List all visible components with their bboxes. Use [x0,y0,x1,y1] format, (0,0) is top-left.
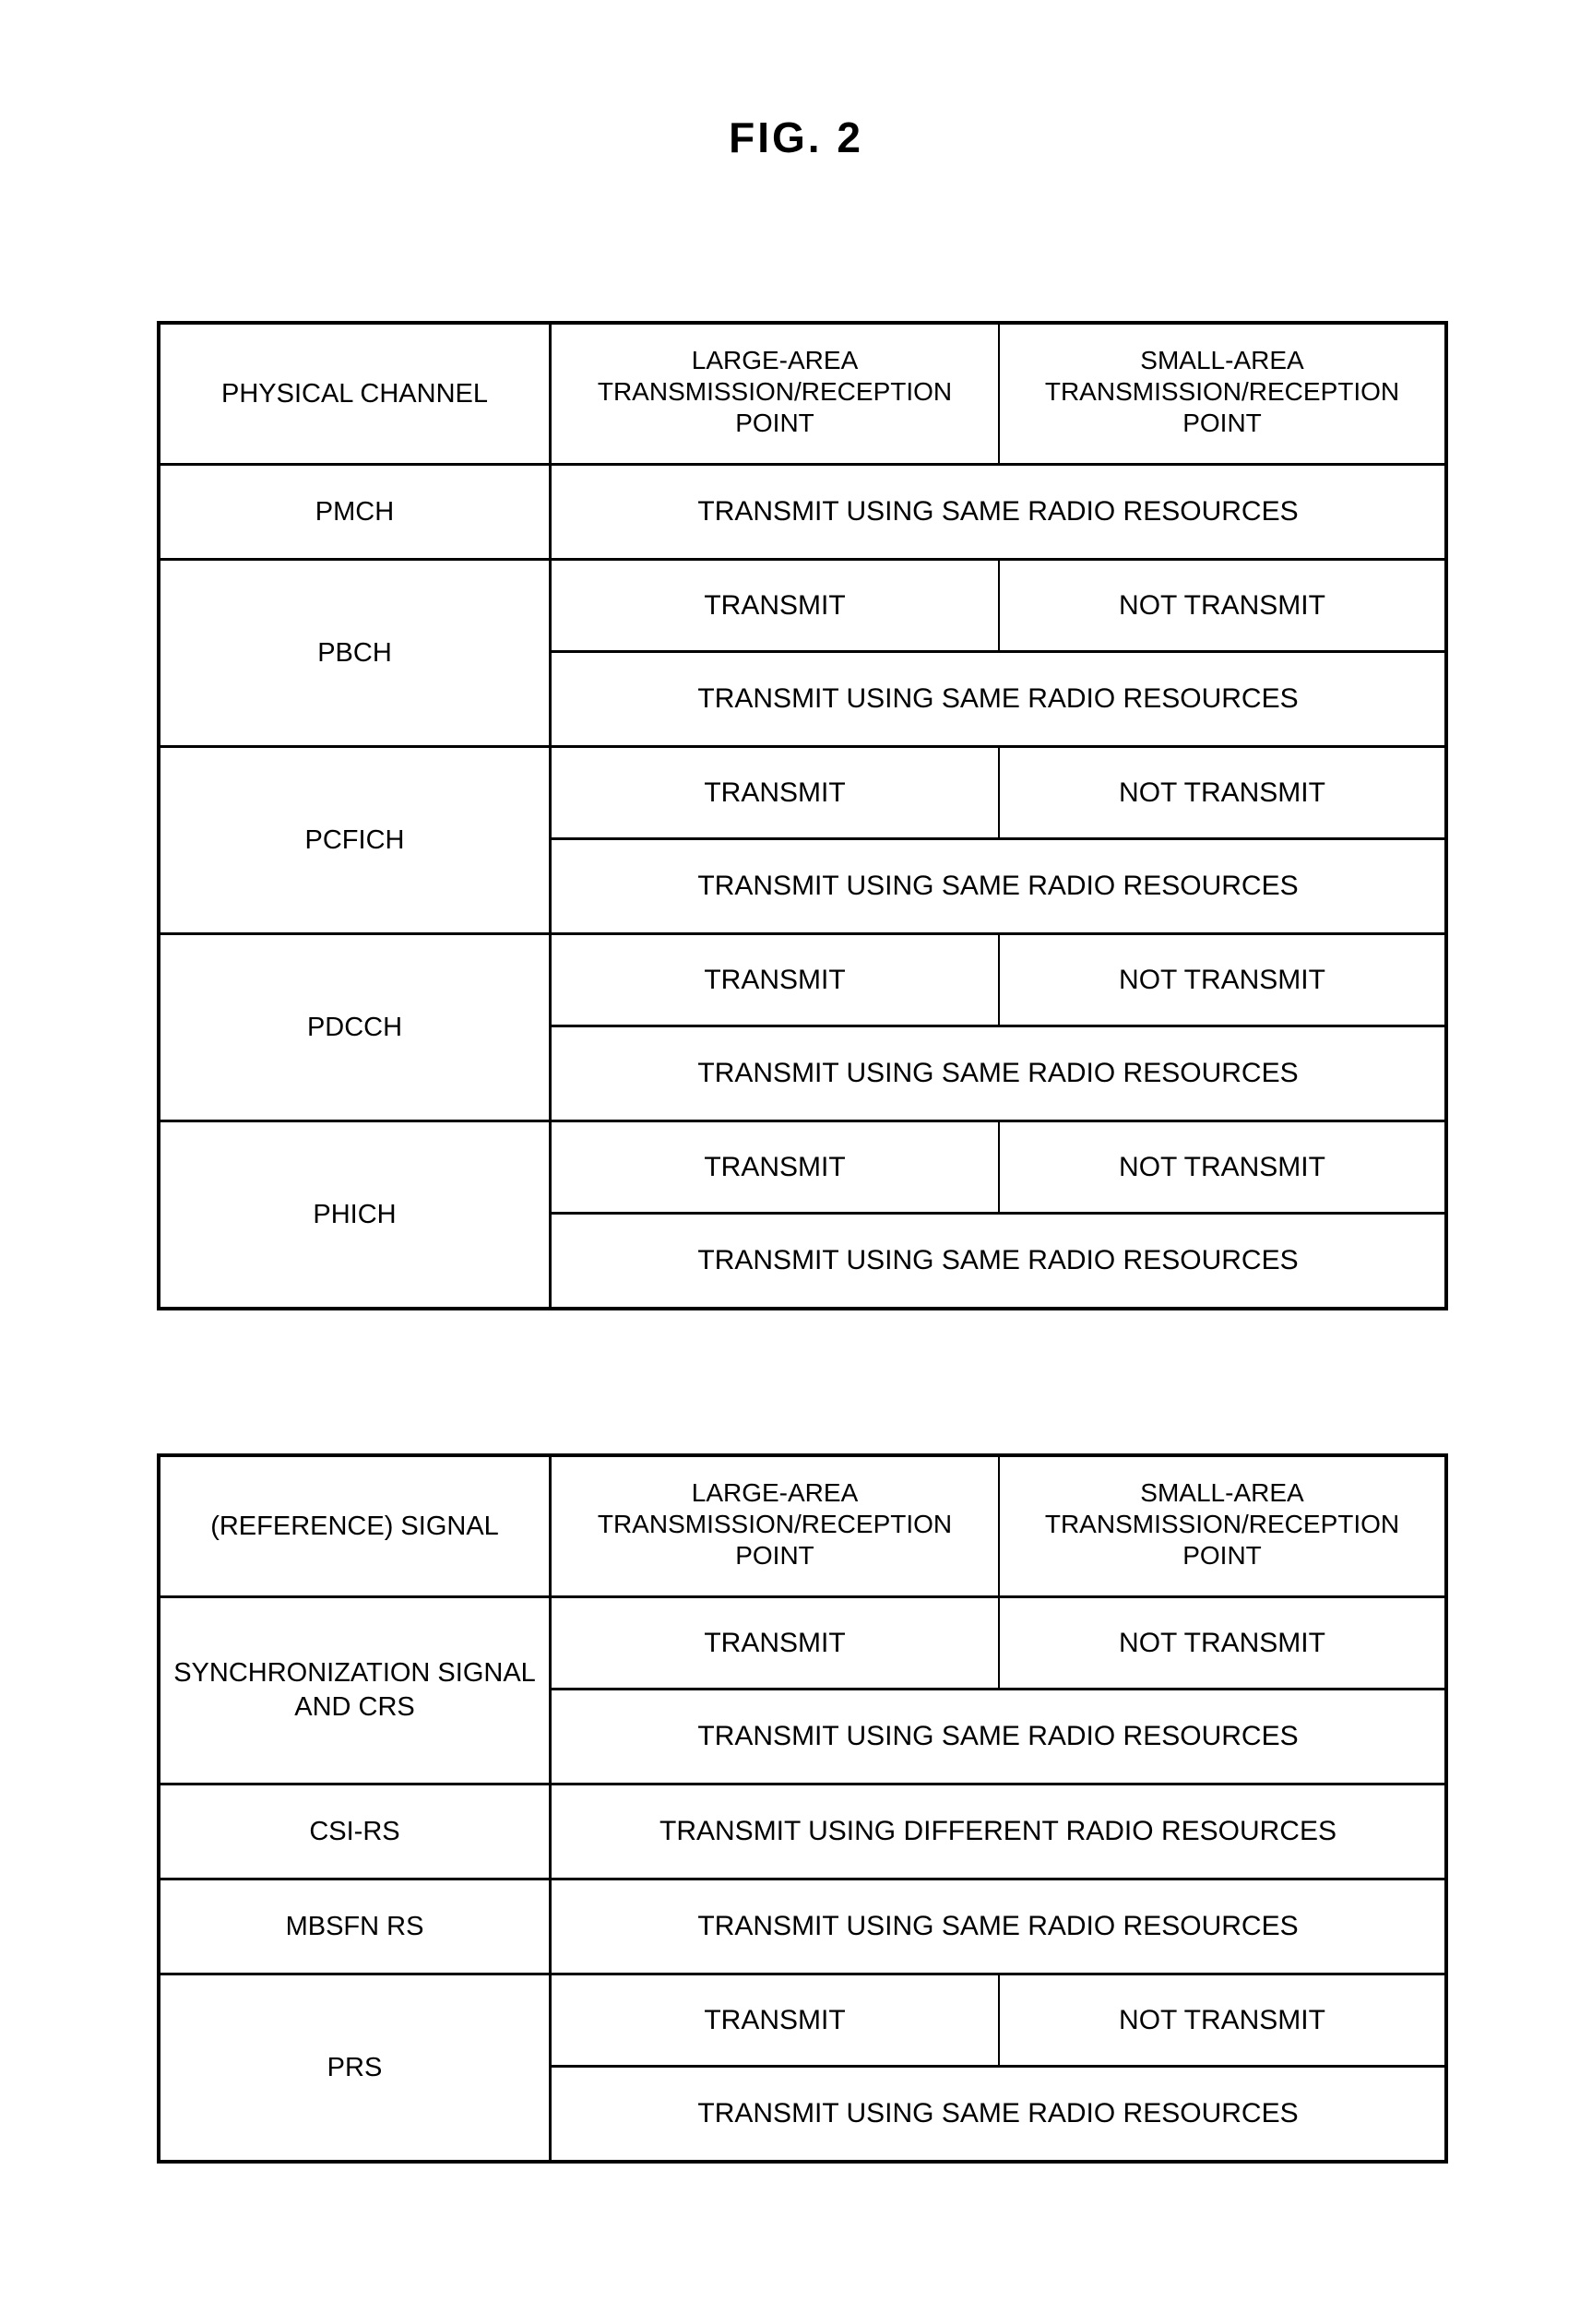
reference-signal-table: (REFERENCE) SIGNAL LARGE-AREA TRANSMISSI… [157,1453,1448,2164]
header-large-area-line3: POINT [735,409,814,438]
cell-small-area: NOT TRANSMIT [998,935,1444,1026]
row-label: PDCCH [160,935,552,1120]
cell-full-width: TRANSMIT USING DIFFERENT RADIO RESOURCES [659,1816,1337,1847]
header-small-area-line1: SMALL-AREA [1140,346,1304,374]
row-values: TRANSMIT NOT TRANSMIT TRANSMIT USING SAM… [552,1122,1444,1307]
physical-channel-table: PHYSICAL CHANNEL LARGE-AREA TRANSMISSION… [157,321,1448,1311]
row-label: CSI-RS [160,1785,552,1879]
cell-full-width: TRANSMIT USING SAME RADIO RESOURCES [697,1911,1299,1942]
table-header-row: (REFERENCE) SIGNAL LARGE-AREA TRANSMISSI… [160,1457,1444,1599]
cell-full-width: TRANSMIT USING SAME RADIO RESOURCES [697,871,1299,902]
cell-large-area: TRANSMIT [704,964,846,995]
row-values: TRANSMIT NOT TRANSMIT TRANSMIT USING SAM… [552,561,1444,745]
table-row: SYNCHRONIZATION SIGNAL AND CRS TRANSMIT … [160,1598,1444,1786]
row-label: SYNCHRONIZATION SIGNAL AND CRS [160,1598,552,1784]
header-cell-physical-channel: PHYSICAL CHANNEL [160,325,552,464]
header-large-area-line1: LARGE-AREA [691,346,859,374]
cell-small-area: NOT TRANSMIT [998,748,1444,838]
figure-title: FIG. 2 [729,113,863,161]
header-cell-small-area: SMALL-AREA TRANSMISSION/RECEPTION POINT [998,325,1444,464]
header-large-area-line2: TRANSMISSION/RECEPTION [597,1510,953,1539]
header-large-area-line1: LARGE-AREA [691,1478,859,1507]
cell-large-area: TRANSMIT [704,1627,846,1658]
cell-large-area: TRANSMIT [704,777,846,808]
cell-small-area: NOT TRANSMIT [998,1975,1444,2066]
row-values: TRANSMIT USING DIFFERENT RADIO RESOURCES [552,1785,1444,1878]
cell-small-area: NOT TRANSMIT [998,1598,1444,1689]
cell-large-area: TRANSMIT [704,2004,846,2035]
table-row: MBSFN RS TRANSMIT USING SAME RADIO RESOU… [160,1880,1444,1976]
cell-full-width: TRANSMIT USING SAME RADIO RESOURCES [697,496,1299,528]
header-right-group: LARGE-AREA TRANSMISSION/RECEPTION POINT … [552,1457,1444,1596]
table-row: PBCH TRANSMIT NOT TRANSMIT TRANSMIT USIN… [160,561,1444,749]
row-label: PHICH [160,1122,552,1308]
header-small-area-line3: POINT [1182,409,1262,438]
cell-small-area: NOT TRANSMIT [998,1122,1444,1213]
row-values: TRANSMIT USING SAME RADIO RESOURCES [552,466,1444,558]
header-cell-small-area: SMALL-AREA TRANSMISSION/RECEPTION POINT [998,1457,1444,1596]
row-values: TRANSMIT NOT TRANSMIT TRANSMIT USING SAM… [552,748,1444,932]
header-right-group: LARGE-AREA TRANSMISSION/RECEPTION POINT … [552,325,1444,464]
table-row: PDCCH TRANSMIT NOT TRANSMIT TRANSMIT USI… [160,935,1444,1123]
row-label: PCFICH [160,748,552,933]
table-header-row: PHYSICAL CHANNEL LARGE-AREA TRANSMISSION… [160,325,1444,467]
header-small-area-line2: TRANSMISSION/RECEPTION [1044,377,1400,407]
cell-full-width: TRANSMIT USING SAME RADIO RESOURCES [697,1721,1299,1752]
row-values: TRANSMIT USING SAME RADIO RESOURCES [552,1880,1444,1973]
header-small-area-line3: POINT [1182,1541,1262,1571]
cell-full-width: TRANSMIT USING SAME RADIO RESOURCES [697,1058,1299,1089]
cell-full-width: TRANSMIT USING SAME RADIO RESOURCES [697,2098,1299,2129]
cell-large-area: TRANSMIT [704,589,846,621]
row-values: TRANSMIT NOT TRANSMIT TRANSMIT USING SAM… [552,1598,1444,1783]
cell-full-width: TRANSMIT USING SAME RADIO RESOURCES [697,1245,1299,1276]
row-label: PRS [160,1975,552,2161]
header-cell-reference-signal: (REFERENCE) SIGNAL [160,1457,552,1596]
row-label: PMCH [160,466,552,559]
row-values: TRANSMIT NOT TRANSMIT TRANSMIT USING SAM… [552,1975,1444,2160]
table-row: CSI-RS TRANSMIT USING DIFFERENT RADIO RE… [160,1785,1444,1881]
header-large-area-line2: TRANSMISSION/RECEPTION [597,377,953,407]
cell-small-area: NOT TRANSMIT [998,561,1444,651]
cell-full-width: TRANSMIT USING SAME RADIO RESOURCES [697,683,1299,715]
header-cell-large-area: LARGE-AREA TRANSMISSION/RECEPTION POINT [552,325,998,463]
table-row: PHICH TRANSMIT NOT TRANSMIT TRANSMIT USI… [160,1122,1444,1308]
row-label: PBCH [160,561,552,746]
header-small-area-line2: TRANSMISSION/RECEPTION [1044,1510,1400,1539]
row-values: TRANSMIT NOT TRANSMIT TRANSMIT USING SAM… [552,935,1444,1120]
table-row: PRS TRANSMIT NOT TRANSMIT TRANSMIT USING… [160,1975,1444,2161]
header-cell-large-area: LARGE-AREA TRANSMISSION/RECEPTION POINT [552,1457,998,1595]
header-large-area-line3: POINT [735,1541,814,1571]
table-row: PCFICH TRANSMIT NOT TRANSMIT TRANSMIT US… [160,748,1444,936]
header-small-area-line1: SMALL-AREA [1140,1478,1304,1507]
table-row: PMCH TRANSMIT USING SAME RADIO RESOURCES [160,466,1444,562]
cell-large-area: TRANSMIT [704,1151,846,1182]
row-label: MBSFN RS [160,1880,552,1974]
